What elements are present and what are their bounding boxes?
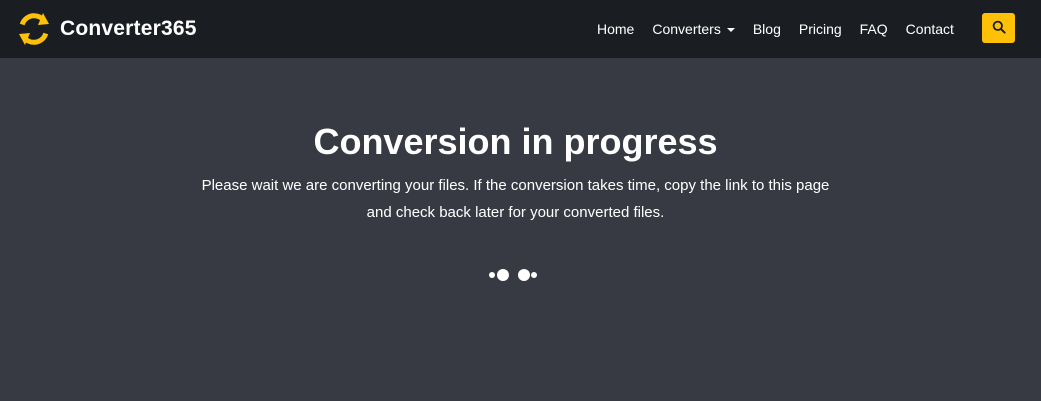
- refresh-logo-icon: [16, 11, 52, 47]
- loader-dot: [497, 269, 509, 281]
- brand-link[interactable]: Converter365: [16, 11, 197, 47]
- page-title: Conversion in progress: [313, 121, 718, 162]
- conversion-status-section: Conversion in progress Please wait we ar…: [0, 58, 1041, 401]
- nav-pricing[interactable]: Pricing: [799, 0, 842, 58]
- caret-down-icon: [726, 27, 735, 32]
- nav-blog[interactable]: Blog: [753, 0, 781, 58]
- loader-dot: [531, 272, 537, 278]
- nav-contact[interactable]: Contact: [906, 0, 954, 58]
- nav-faq[interactable]: FAQ: [860, 0, 888, 58]
- main-nav: Home Converters Blog Pricing FAQ Contact: [597, 0, 954, 58]
- top-navbar: Converter365 Home Converters Blog Pricin…: [0, 0, 1041, 58]
- nav-converters[interactable]: Converters: [652, 0, 735, 58]
- search-icon: [992, 20, 1006, 37]
- loading-spinner: [486, 265, 546, 285]
- brand-name: Converter365: [60, 17, 197, 40]
- nav-converters-label: Converters: [652, 21, 721, 37]
- nav-home[interactable]: Home: [597, 0, 634, 58]
- search-button[interactable]: [982, 13, 1015, 43]
- loader-dot: [489, 272, 495, 278]
- loader-dot: [518, 269, 530, 281]
- conversion-description: Please wait we are converting your files…: [201, 177, 830, 221]
